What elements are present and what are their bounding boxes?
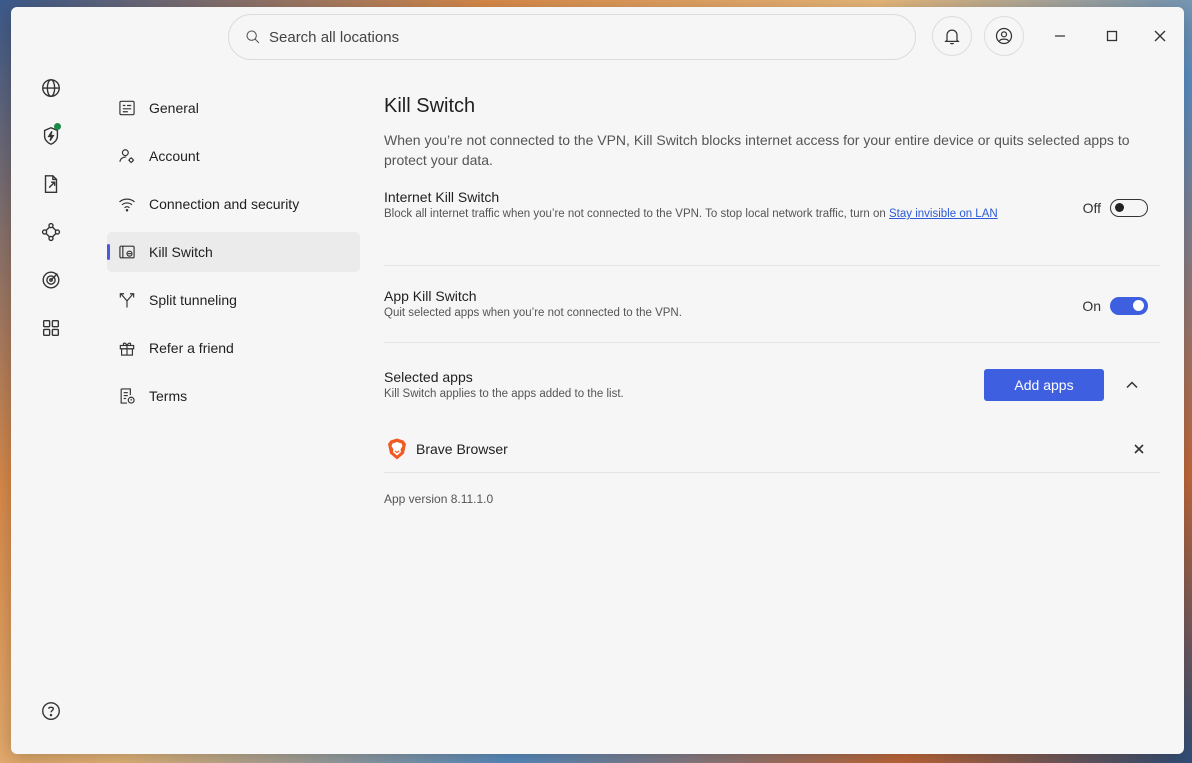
app-kill-switch-control: On (1082, 297, 1148, 315)
user-circle-icon (995, 27, 1013, 45)
add-apps-button[interactable]: Add apps (984, 369, 1104, 401)
collapse-button[interactable] (1124, 377, 1140, 393)
profile-button[interactable] (984, 16, 1024, 56)
internet-kill-switch-subtitle: Block all internet traffic when you’re n… (384, 208, 998, 220)
app-window: General Account Connection and security … (11, 7, 1184, 754)
file-export-icon[interactable] (35, 168, 67, 200)
chevron-up-icon (1126, 381, 1138, 389)
remove-app-button[interactable] (1134, 441, 1148, 455)
internet-kill-switch-title: Internet Kill Switch (384, 189, 500, 205)
internet-kill-switch-control: Off (1083, 199, 1148, 217)
nav-item-account[interactable]: Account (107, 136, 360, 176)
apps-grid-icon[interactable] (35, 312, 67, 344)
app-list-item: Brave Browser (384, 425, 1160, 473)
maximize-icon (1106, 30, 1118, 42)
maximize-button[interactable] (1097, 21, 1127, 51)
search-icon (246, 30, 260, 44)
list-icon (119, 100, 135, 116)
nav-item-label: Account (149, 148, 200, 164)
notifications-button[interactable] (932, 16, 972, 56)
left-rail (11, 7, 91, 754)
app-kill-switch-subtitle: Quit selected apps when you’re not conne… (384, 307, 682, 319)
nav-item-label: Kill Switch (149, 244, 213, 260)
app-kill-switch-row: App Kill Switch Quit selected apps when … (384, 266, 1160, 343)
toggle-state-label: On (1082, 298, 1101, 314)
page-title: Kill Switch (384, 95, 476, 117)
kill-switch-panel: Kill Switch When you’re not connected to… (384, 95, 1160, 506)
minimize-icon (1055, 35, 1065, 37)
status-dot (54, 123, 61, 130)
app-kill-switch-toggle[interactable] (1110, 297, 1148, 315)
nav-item-split-tunneling[interactable]: Split tunneling (107, 280, 360, 320)
nav-item-refer-a-friend[interactable]: Refer a friend (107, 328, 360, 368)
close-icon (1134, 444, 1144, 454)
globe-icon[interactable] (35, 72, 67, 104)
user-gear-icon (119, 149, 135, 164)
stay-invisible-link[interactable]: Stay invisible on LAN (889, 208, 998, 220)
kill-switch-icon (119, 245, 135, 259)
wifi-icon (119, 198, 135, 212)
toggle-state-label: Off (1082, 200, 1101, 216)
app-version: App version 8.11.1.0 (384, 492, 494, 506)
app-kill-switch-title: App Kill Switch (384, 288, 477, 304)
help-icon[interactable] (35, 695, 67, 727)
nav-item-connection-and-security[interactable]: Connection and security (107, 184, 360, 224)
split-icon (119, 293, 135, 308)
nav-item-label: Terms (149, 388, 188, 404)
brave-lion-icon (388, 438, 406, 459)
search-bar[interactable] (228, 14, 916, 60)
mesh-network-icon[interactable] (35, 216, 67, 248)
internet-kill-switch-row: Internet Kill Switch Block all internet … (384, 189, 1160, 266)
minimize-button[interactable] (1045, 21, 1075, 51)
page-description: When you’re not connected to the VPN, Ki… (384, 132, 1130, 168)
app-name: Brave Browser (416, 440, 508, 457)
target-icon[interactable] (35, 264, 67, 296)
document-icon (120, 388, 135, 404)
toggle-knob (1115, 203, 1124, 212)
search-input[interactable] (269, 28, 869, 46)
close-button[interactable] (1145, 21, 1175, 51)
nav-item-label: General (149, 100, 199, 116)
settings-nav: General Account Connection and security … (107, 88, 360, 424)
close-icon (1154, 30, 1166, 42)
nav-item-label: Split tunneling (149, 292, 237, 308)
toggle-knob (1133, 300, 1144, 311)
nav-item-general[interactable]: General (107, 88, 360, 128)
gift-icon (119, 342, 135, 356)
internet-kill-switch-toggle[interactable] (1110, 199, 1148, 217)
nav-item-kill-switch[interactable]: Kill Switch (107, 232, 360, 272)
nav-item-terms[interactable]: Terms (107, 376, 360, 416)
selected-apps-header: Selected apps Kill Switch applies to the… (384, 343, 1160, 425)
nav-item-label: Connection and security (149, 196, 300, 212)
bell-icon (944, 29, 960, 45)
shield-bolt-icon[interactable] (35, 120, 67, 152)
nav-item-label: Refer a friend (149, 340, 234, 356)
